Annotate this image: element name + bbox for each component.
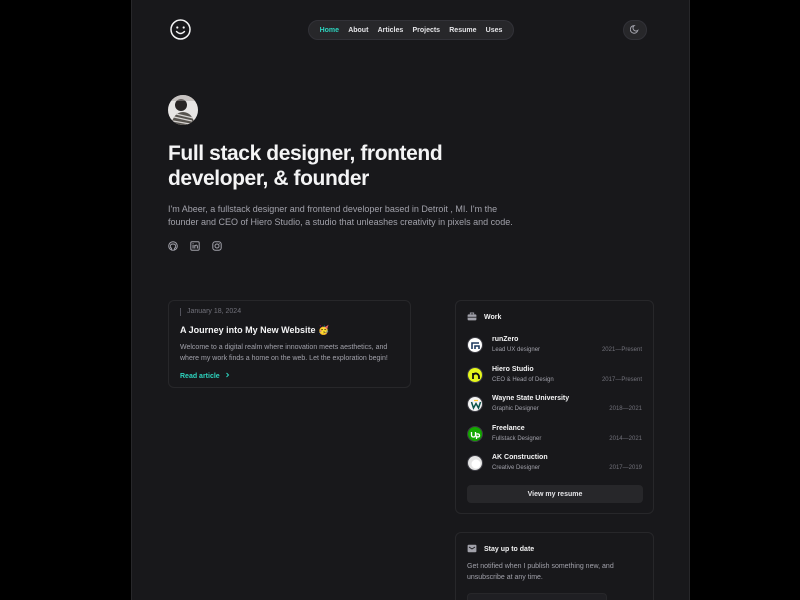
avatar[interactable]: [168, 95, 198, 125]
view-resume-button[interactable]: View my resume: [467, 485, 643, 503]
nav-item-resume[interactable]: Resume: [449, 27, 476, 34]
page-title: Full stack designer, frontend developer,…: [168, 142, 443, 190]
company-name: Freelance: [492, 424, 525, 432]
briefcase-icon: [467, 312, 477, 323]
github-icon[interactable]: [168, 238, 178, 251]
company-role: Lead UX designer: [492, 347, 541, 353]
company-role: Graphic Designer: [492, 406, 539, 412]
company-role: Creative Designer: [492, 465, 541, 471]
linkedin-icon[interactable]: [190, 238, 200, 251]
work-item: Wayne State University Graphic Designer …: [467, 394, 642, 424]
article-title[interactable]: A Journey into My New Website 🥳: [180, 325, 399, 336]
newsletter-description: Get notified when I publish something ne…: [467, 563, 614, 581]
work-item: Freelance Fullstack Designer 2014—2021: [467, 424, 642, 454]
wayne-state-logo-icon: [467, 396, 483, 412]
company-dates: 2018—2021: [609, 406, 642, 412]
nav-item-articles[interactable]: Articles: [378, 27, 404, 34]
article-date: January 18, 2024: [180, 308, 399, 316]
work-item: AK Construction Creative Designer 2017—2…: [467, 453, 642, 483]
instagram-icon[interactable]: [212, 238, 222, 251]
theme-toggle-button[interactable]: [623, 20, 647, 40]
mail-icon: [467, 544, 477, 555]
smiley-logo-icon[interactable]: [170, 19, 191, 40]
moon-icon: [629, 21, 640, 39]
company-dates: 2017—Present: [601, 376, 642, 383]
page: Home About Articles Projects Resume Uses…: [0, 0, 800, 600]
nav-item-about[interactable]: About: [348, 27, 368, 34]
nav-item-uses[interactable]: Uses: [486, 27, 503, 34]
company-dates: 2021—Present: [601, 347, 642, 353]
main-nav: Home About Articles Projects Resume Uses: [308, 20, 514, 40]
company-role: Fullstack Designer: [492, 435, 542, 442]
intro-text: I'm Abeer, a fullstack designer and fron…: [168, 204, 513, 227]
work-list: runZero Lead UX designer 2021—Present Hi…: [467, 335, 642, 483]
company-name: Wayne State University: [492, 395, 570, 402]
nav-item-home[interactable]: Home: [320, 27, 339, 34]
article-excerpt: Welcome to a digital realm where innovat…: [180, 344, 388, 362]
newsletter-card: Stay up to date Get notified when I publ…: [455, 532, 654, 600]
company-name: AK Construction: [492, 454, 548, 461]
newsletter-heading: Stay up to date: [484, 546, 535, 553]
email-input[interactable]: [467, 593, 607, 600]
company-role: CEO & Head of Design: [492, 376, 554, 383]
read-article-label: Read article: [180, 373, 220, 380]
chevron-right-icon: [225, 372, 230, 380]
work-heading: Work: [484, 314, 502, 321]
company-dates: 2014—2021: [609, 435, 642, 442]
ak-construction-logo-icon: [467, 455, 483, 471]
work-item: runZero Lead UX designer 2021—Present: [467, 335, 642, 365]
hiero-logo-icon: [467, 366, 483, 383]
upwork-logo-icon: [467, 425, 483, 442]
company-name: Hiero Studio: [492, 365, 534, 373]
read-article-link[interactable]: Read article: [180, 372, 230, 380]
company-dates: 2017—2019: [609, 465, 642, 471]
article-card[interactable]: January 18, 2024 A Journey into My New W…: [168, 300, 411, 388]
work-item: Hiero Studio CEO & Head of Design 2017—P…: [467, 365, 642, 395]
work-card: Work runZero Lead UX designer 2021—Prese…: [455, 300, 654, 514]
social-links: [168, 238, 222, 251]
runzero-logo-icon: [467, 337, 483, 353]
nav-item-projects[interactable]: Projects: [412, 27, 440, 34]
company-name: runZero: [492, 336, 519, 343]
